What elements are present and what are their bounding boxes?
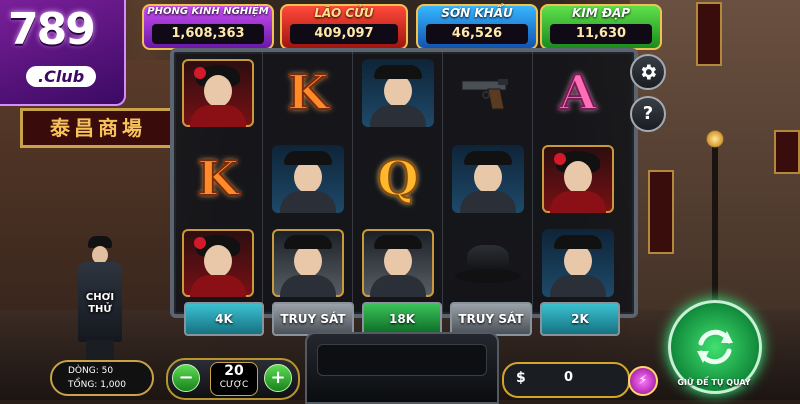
brand-logo[interactable]: 789 .Club bbox=[0, 0, 126, 106]
symbol-mobster bbox=[360, 58, 436, 128]
try-line-1: CHƠI bbox=[85, 292, 115, 303]
jackpot-title: LÃO CỬU bbox=[314, 6, 374, 20]
jackpot-value: 46,526 bbox=[426, 24, 528, 44]
currency-sign: $ bbox=[516, 370, 526, 386]
jackpot-title: SƠN KHẨU bbox=[441, 6, 513, 20]
symbol-boss bbox=[270, 228, 346, 298]
win-label-reel-5: 2K bbox=[540, 302, 620, 336]
jackpot-title: PHONG KINH NGHIỆM bbox=[147, 6, 269, 17]
bet-panel: − 20 CƯỢC + bbox=[166, 358, 300, 400]
fedora-hat-icon bbox=[450, 228, 526, 298]
gear-icon bbox=[641, 64, 656, 80]
win-label-reel-3: 18K bbox=[362, 302, 442, 336]
jackpot-value: 1,608,363 bbox=[152, 24, 264, 44]
center-panel bbox=[305, 332, 499, 404]
symbol-letter-q: Q bbox=[376, 150, 420, 208]
reel-column-3: Q bbox=[354, 52, 443, 314]
bet-display: 20 CƯỢC bbox=[210, 362, 258, 396]
lightning-icon[interactable]: ⚡ bbox=[628, 366, 658, 396]
lines-label: DÒNG: bbox=[68, 366, 99, 376]
bet-label: CƯỢC bbox=[219, 380, 249, 390]
jackpot-value: 409,097 bbox=[290, 24, 398, 44]
symbol-letter-k: K bbox=[196, 150, 240, 208]
symbol-lady bbox=[180, 228, 256, 298]
total-label: TỔNG: bbox=[68, 380, 98, 390]
total-value: 1,000 bbox=[100, 380, 126, 390]
jackpot-kim-dap: KIM ĐẠP 11,630 bbox=[540, 4, 662, 50]
vertical-sign bbox=[774, 130, 800, 174]
win-label-reel-4: TRUY SÁT bbox=[450, 302, 532, 336]
slot-reels: K K Q A bbox=[170, 48, 638, 318]
settings-button[interactable] bbox=[630, 54, 666, 90]
win-label-reel-1: 4K bbox=[184, 302, 264, 336]
balance-display: $ 0 bbox=[502, 362, 630, 398]
center-panel-inner bbox=[317, 344, 487, 376]
vertical-sign bbox=[696, 2, 722, 66]
symbol-k: K bbox=[270, 58, 346, 128]
decrease-bet-button[interactable]: − bbox=[172, 364, 200, 392]
symbol-letter-a: A bbox=[558, 64, 597, 122]
jackpot-value: 11,630 bbox=[550, 24, 652, 44]
symbol-mobster bbox=[450, 144, 526, 214]
symbol-lady bbox=[180, 58, 256, 128]
reel-column-5: A bbox=[534, 52, 622, 314]
jackpot-son-khau: SƠN KHẨU 46,526 bbox=[416, 4, 538, 50]
reel-column-4 bbox=[444, 52, 533, 314]
symbol-k: K bbox=[180, 144, 256, 214]
help-button[interactable]: ? bbox=[630, 96, 666, 132]
lines-value: 50 bbox=[101, 366, 114, 376]
balance-value: 0 bbox=[564, 370, 574, 385]
symbol-boss bbox=[360, 228, 436, 298]
symbol-mobster bbox=[540, 228, 616, 298]
symbol-a: A bbox=[540, 58, 616, 128]
symbol-mobster bbox=[270, 144, 346, 214]
symbol-q: Q bbox=[360, 144, 436, 214]
logo-club: .Club bbox=[26, 66, 97, 87]
jackpot-phong-kinh-nghiem: PHONG KINH NGHIỆM 1,608,363 bbox=[142, 4, 274, 50]
lines-row: DÒNG: 50 bbox=[68, 366, 113, 376]
refresh-icon bbox=[697, 329, 733, 365]
jackpot-lao-cuu: LÃO CỬU 409,097 bbox=[280, 4, 408, 50]
bet-info-box: DÒNG: 50 TỔNG: 1,000 bbox=[50, 360, 154, 396]
reel-column-1: K bbox=[174, 52, 263, 314]
vertical-sign bbox=[648, 170, 674, 254]
total-row: TỔNG: 1,000 bbox=[68, 380, 126, 390]
try-play-label[interactable]: CHƠI THỬ bbox=[80, 292, 120, 316]
reel-column-2: K bbox=[264, 52, 353, 314]
logo-number: 789 bbox=[8, 4, 96, 55]
symbol-letter-k: K bbox=[286, 64, 330, 122]
symbol-lady bbox=[540, 144, 616, 214]
win-label-reel-2: TRUY SÁT bbox=[272, 302, 354, 336]
bet-value: 20 bbox=[224, 363, 244, 379]
shop-sign: 泰昌商場 bbox=[20, 108, 176, 148]
jackpot-title: KIM ĐẠP bbox=[571, 6, 631, 20]
pistol-icon bbox=[450, 58, 526, 128]
increase-bet-button[interactable]: + bbox=[264, 364, 292, 392]
auto-spin-label: GIỮ ĐỂ TỰ QUAY bbox=[677, 378, 751, 387]
try-line-2: THỬ bbox=[88, 304, 112, 315]
